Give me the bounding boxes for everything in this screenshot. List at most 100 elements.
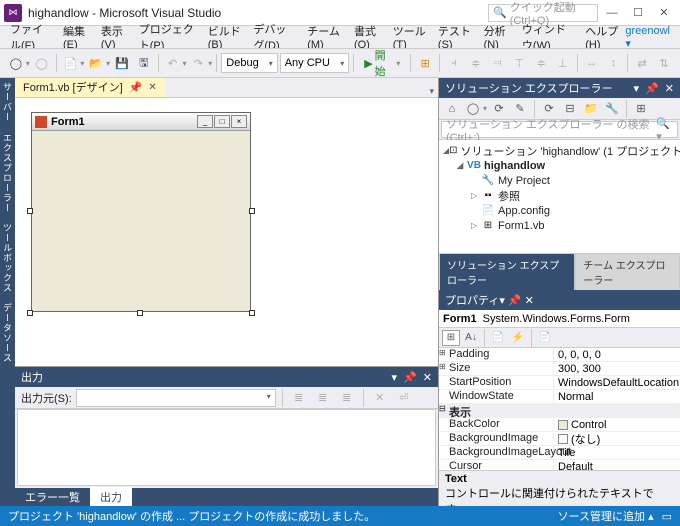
- prop-alphabetical-button[interactable]: A↓: [462, 330, 480, 346]
- main-toolbar: ◯▾ ◯ 📄▾ 📂▾ 💾 🖫 ↶▾ ↷▾ Debug Any CPU ▶開始▾ …: [0, 48, 680, 78]
- new-project-button[interactable]: 📄: [61, 53, 81, 73]
- resize-handle[interactable]: [137, 310, 143, 316]
- align-right-button[interactable]: ⫤: [488, 53, 508, 73]
- output-source-combo[interactable]: [76, 389, 276, 407]
- config-icon: 📄: [481, 205, 495, 217]
- se-close-icon[interactable]: ✕: [665, 82, 674, 95]
- tab-team-explorer[interactable]: チーム エクスプローラー: [575, 253, 680, 290]
- prop-row[interactable]: Size300, 300: [439, 362, 680, 376]
- platform-combo[interactable]: Any CPU: [280, 53, 350, 73]
- save-all-button[interactable]: 🖫: [134, 53, 154, 73]
- prop-properties-button[interactable]: 📄: [489, 330, 507, 346]
- output-btn3[interactable]: ≣: [337, 388, 357, 408]
- search-icon: 🔍▾: [656, 117, 673, 143]
- tree-item-form1vb[interactable]: ▷⊞Form1.vb: [443, 218, 676, 233]
- resize-handle[interactable]: [27, 310, 33, 316]
- size-height-button[interactable]: ⇅: [654, 53, 674, 73]
- tree-item-references[interactable]: ▷▪▪参照: [443, 188, 676, 203]
- output-wrap-button[interactable]: ⏎: [394, 388, 414, 408]
- form-close-icon: ×: [231, 115, 247, 128]
- properties-grid[interactable]: Padding0, 0, 0, 0Size300, 300StartPositi…: [439, 348, 680, 470]
- tab-dropdown-icon[interactable]: ▾: [425, 86, 438, 97]
- output-close-icon[interactable]: ✕: [423, 371, 432, 384]
- prop-pin-icon[interactable]: ▾ 📌 ✕: [499, 295, 534, 307]
- status-message: プロジェクト 'highandlow' の作成 ... プロジェクトの作成に成功…: [8, 508, 375, 524]
- pin-icon[interactable]: 📌: [129, 81, 143, 94]
- prop-row[interactable]: CursorDefault: [439, 460, 680, 470]
- statusbar: プロジェクト 'highandlow' の作成 ... プロジェクトの作成に成功…: [0, 506, 680, 526]
- user-account[interactable]: greenowl ▾: [625, 25, 676, 50]
- center-column: Form1.vb [デザイン] 📌 ✕ ▾ Form1 _ □ ×: [15, 78, 438, 506]
- align-bottom-button[interactable]: ⊥: [553, 53, 573, 73]
- play-icon: ▶: [364, 57, 372, 70]
- tab-solution-explorer[interactable]: ソリューション エクスプローラー: [439, 253, 575, 290]
- prop-row[interactable]: Padding0, 0, 0, 0: [439, 348, 680, 362]
- prop-categorized-button[interactable]: ⊞: [442, 330, 460, 346]
- resize-handle[interactable]: [27, 208, 33, 214]
- tab-error-list[interactable]: エラー一覧: [15, 487, 90, 506]
- resize-handle[interactable]: [249, 310, 255, 316]
- open-button[interactable]: 📂: [86, 53, 106, 73]
- solution-explorer-header: ソリューション エクスプローラー ▾📌✕: [439, 78, 680, 98]
- source-control-button[interactable]: ソース管理に追加 ▴: [558, 508, 654, 524]
- tab-output[interactable]: 出力: [90, 487, 132, 506]
- output-body[interactable]: [17, 409, 436, 486]
- form-preview[interactable]: Form1 _ □ ×: [31, 112, 251, 312]
- prop-pages-button[interactable]: 📄: [536, 330, 554, 346]
- se-pin-icon[interactable]: 📌: [645, 82, 659, 95]
- align-left-button[interactable]: ⫞: [444, 53, 464, 73]
- se-search-input[interactable]: ソリューション エクスプローラー の検索 (Ctrl+;) 🔍▾: [441, 121, 678, 138]
- output-from-label: 出力元(S):: [21, 390, 72, 406]
- left-toolwell[interactable]: サーバー エクスプローラー ツールボックス データソース: [0, 78, 15, 506]
- tree-item-myproject[interactable]: 🔧My Project: [443, 173, 676, 188]
- prop-row[interactable]: WindowStateNormal: [439, 390, 680, 404]
- start-button[interactable]: ▶開始▾: [358, 47, 406, 79]
- align-middle-button[interactable]: ≑: [531, 53, 551, 73]
- output-dropdown-icon[interactable]: ▾: [392, 371, 398, 384]
- se-search: ソリューション エクスプローラー の検索 (Ctrl+;) 🔍▾: [439, 120, 680, 140]
- se-bottom-tabs: ソリューション エクスプローラー チーム エクスプローラー: [439, 270, 680, 290]
- notifications-icon[interactable]: ▭: [662, 510, 672, 523]
- maximize-button[interactable]: ☐: [626, 3, 650, 23]
- save-button[interactable]: 💾: [112, 53, 132, 73]
- properties-object-combo[interactable]: Form1System.Windows.Forms.Form: [439, 310, 680, 328]
- prop-events-button[interactable]: ⚡: [509, 330, 527, 346]
- align-center-button[interactable]: ≑: [466, 53, 486, 73]
- prop-row[interactable]: StartPositionWindowsDefaultLocation: [439, 376, 680, 390]
- tree-item-appconfig[interactable]: 📄App.config: [443, 203, 676, 218]
- nav-back-button[interactable]: ◯: [6, 53, 26, 73]
- nav-fwd-button[interactable]: ◯: [32, 53, 52, 73]
- wrench-icon: 🔧: [481, 175, 495, 187]
- prop-row[interactable]: 表示: [439, 404, 680, 418]
- minimize-button[interactable]: —: [600, 3, 624, 23]
- close-tab-icon[interactable]: ✕: [148, 82, 156, 93]
- output-toolbar: 出力元(S): ≣ ≣ ≣ ✕ ⏎: [15, 387, 438, 409]
- tree-project[interactable]: ◢VBhighandlow: [443, 158, 676, 173]
- output-clear-button[interactable]: ✕: [370, 388, 390, 408]
- prop-row[interactable]: BackgroundImageLayoutTile: [439, 446, 680, 460]
- output-pin-icon[interactable]: 📌: [403, 371, 417, 384]
- resize-handle[interactable]: [249, 208, 255, 214]
- form-titlebar: Form1 _ □ ×: [32, 113, 250, 131]
- bottom-tabs: エラー一覧 出力: [15, 488, 438, 506]
- vspace-button[interactable]: ↕: [604, 53, 624, 73]
- se-dropdown-icon[interactable]: ▾: [634, 82, 640, 95]
- prop-row[interactable]: BackgroundImage(なし): [439, 432, 680, 446]
- align-top-button[interactable]: ⊤: [509, 53, 529, 73]
- output-panel: 出力 ▾ 📌 ✕ 出力元(S): ≣ ≣ ≣ ✕ ⏎ エラー一覧 出力: [15, 366, 438, 506]
- output-btn2[interactable]: ≣: [313, 388, 333, 408]
- document-tab-form1[interactable]: Form1.vb [デザイン] 📌 ✕: [15, 78, 165, 97]
- redo-button[interactable]: ↷: [189, 53, 209, 73]
- output-btn1[interactable]: ≣: [289, 388, 309, 408]
- undo-button[interactable]: ↶: [163, 53, 183, 73]
- config-combo[interactable]: Debug: [221, 53, 277, 73]
- solution-tree[interactable]: ◢⊡ソリューション 'highandlow' (1 プロジェクト) ◢VBhig…: [439, 140, 680, 270]
- form-designer[interactable]: Form1 _ □ ×: [15, 98, 438, 366]
- layout-btn1[interactable]: ⊞: [415, 53, 435, 73]
- prop-row[interactable]: BackColorControl: [439, 418, 680, 432]
- size-width-button[interactable]: ⇄: [632, 53, 652, 73]
- tree-solution[interactable]: ◢⊡ソリューション 'highandlow' (1 プロジェクト): [443, 143, 676, 158]
- workarea: サーバー エクスプローラー ツールボックス データソース Form1.vb [デ…: [0, 78, 680, 506]
- close-button[interactable]: ✕: [652, 3, 676, 23]
- hspace-button[interactable]: ↔: [582, 53, 602, 73]
